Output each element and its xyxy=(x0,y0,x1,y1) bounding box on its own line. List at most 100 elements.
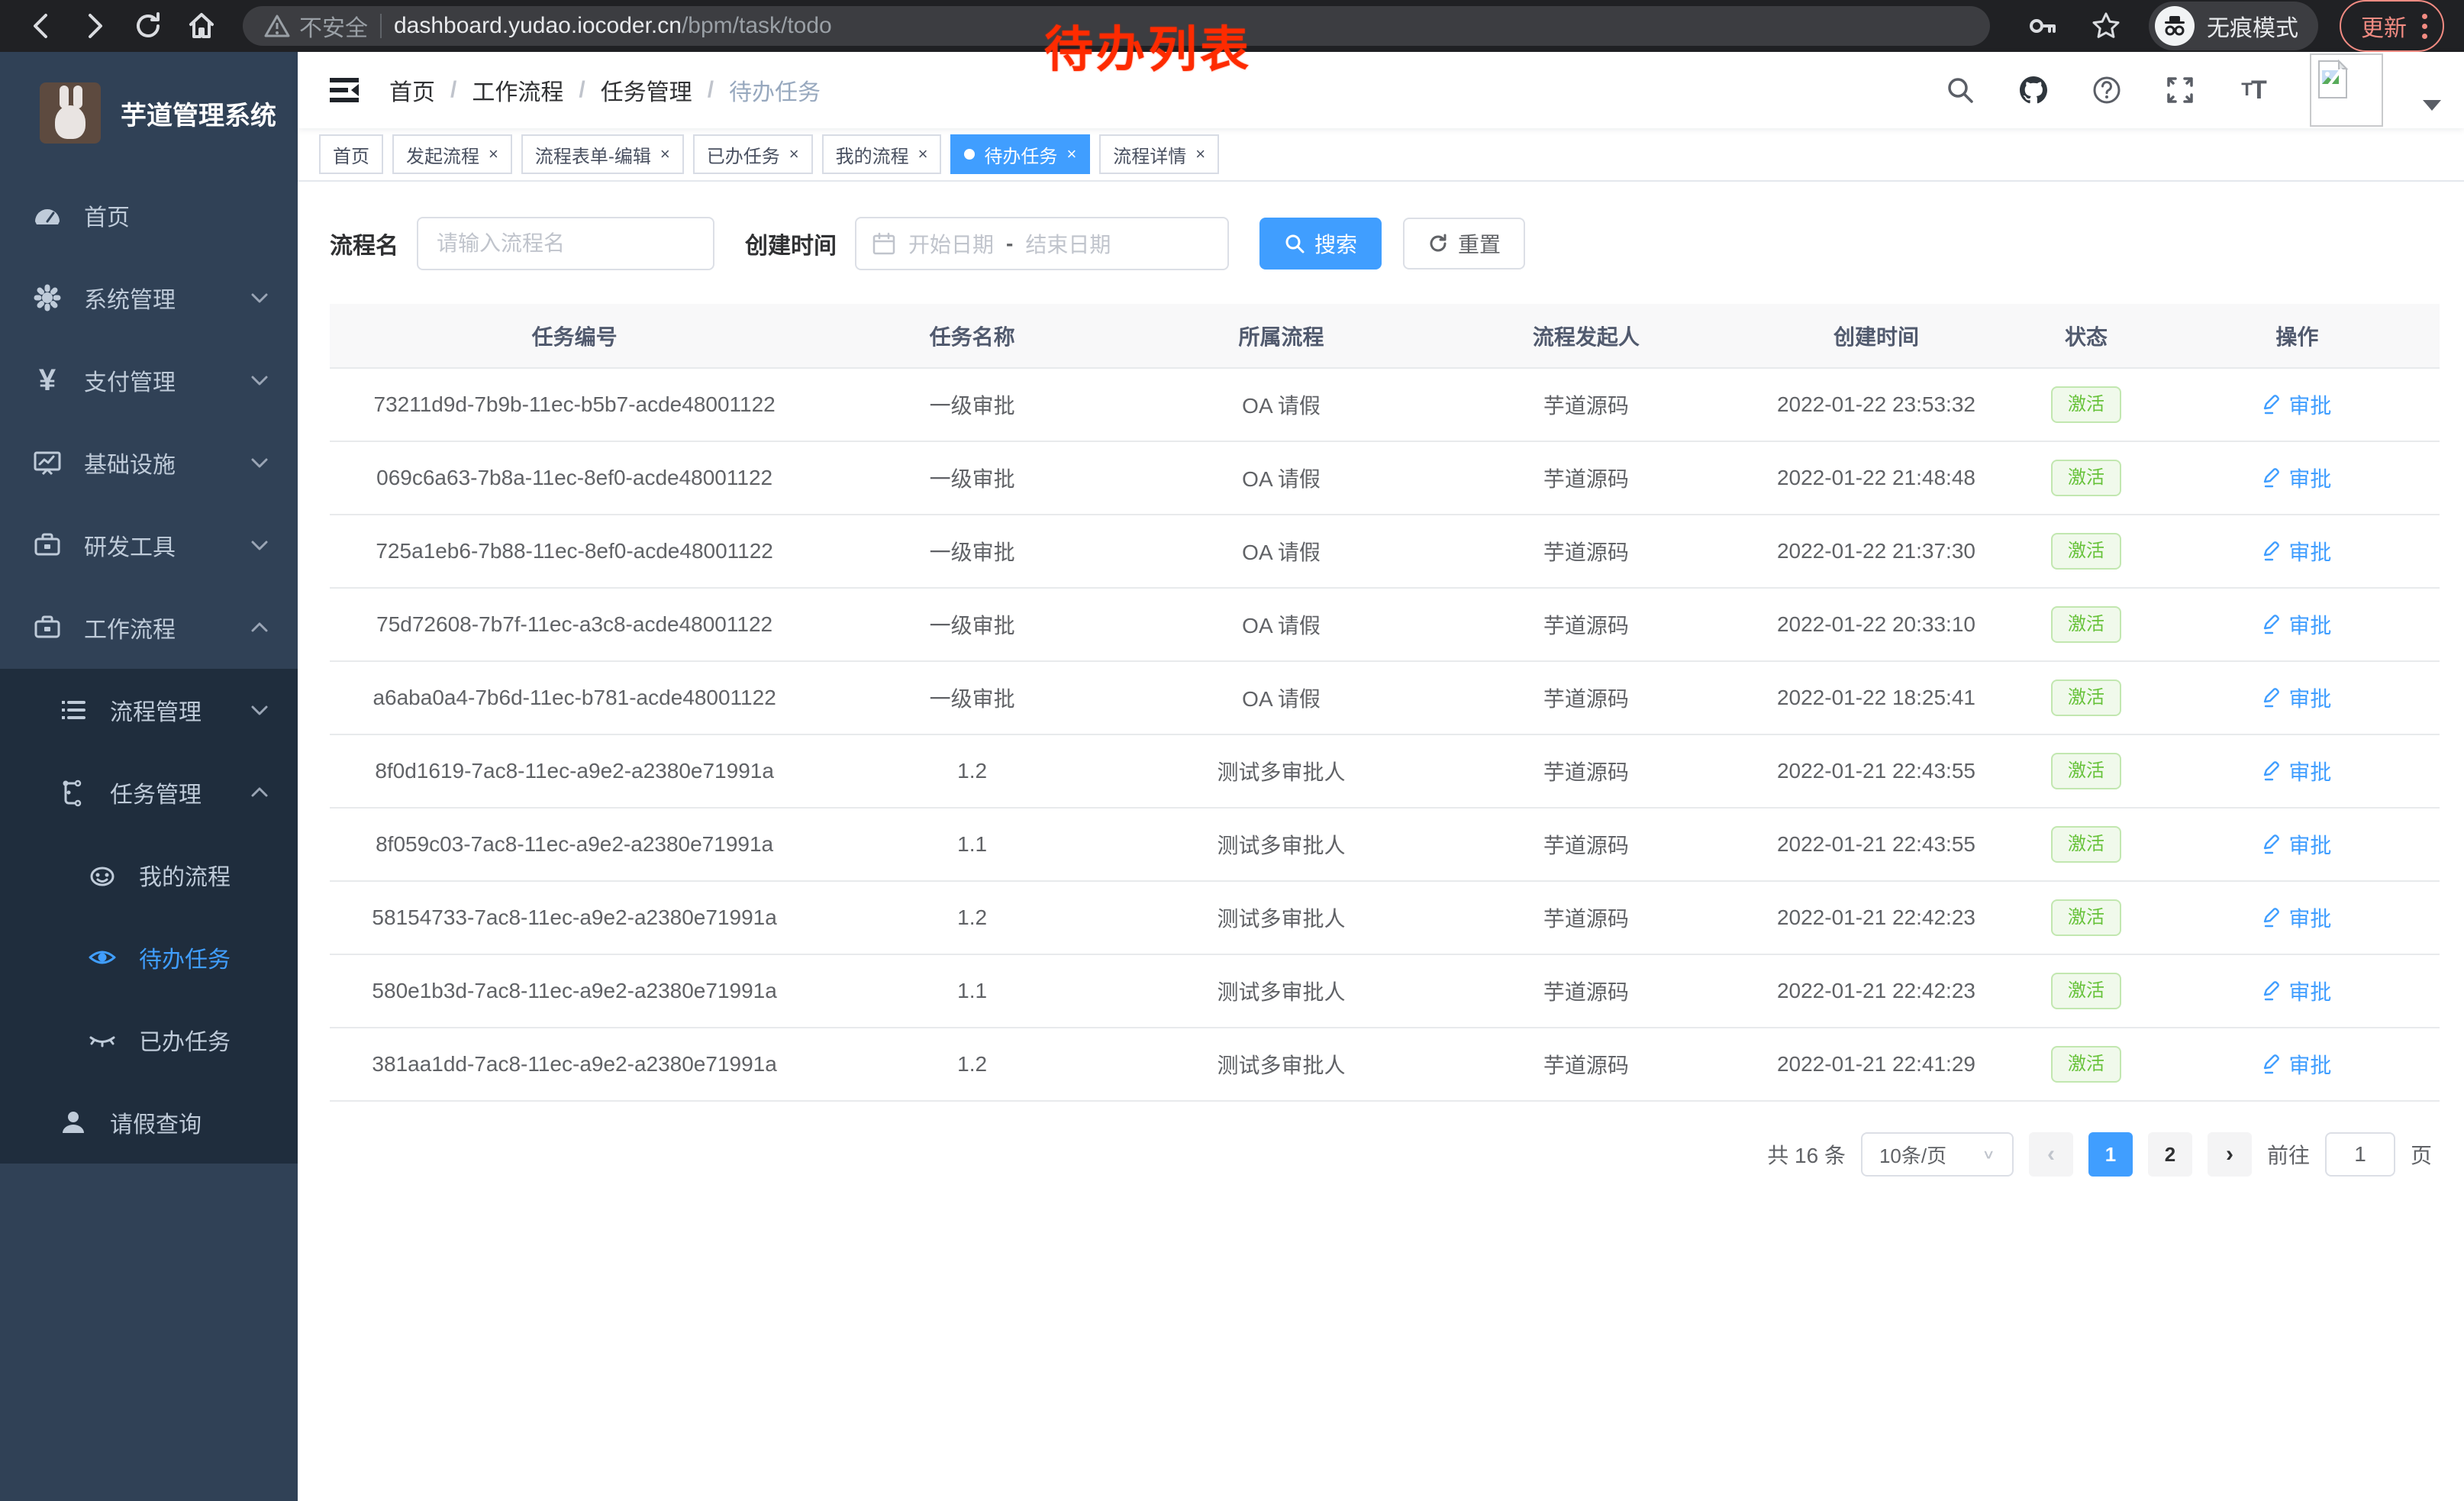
approve-button[interactable]: 审批 xyxy=(2262,902,2331,933)
page-button-2[interactable]: 2 xyxy=(2148,1132,2192,1177)
sidebar-item-infra[interactable]: 基础设施 xyxy=(0,421,298,504)
avatar-caret-icon[interactable] xyxy=(2423,100,2441,111)
status-badge: 激活 xyxy=(2051,826,2121,863)
yen-icon: ¥ xyxy=(32,365,63,395)
task-table-body: 73211d9d-7b9b-11ec-b5b7-acde48001122 一级审… xyxy=(330,368,2440,1101)
sidebar-item-payment[interactable]: ¥ 支付管理 xyxy=(0,339,298,421)
tab-close-icon[interactable]: × xyxy=(789,146,799,163)
search-icon[interactable] xyxy=(1943,73,1977,107)
tab-close-icon[interactable]: × xyxy=(1195,146,1205,163)
starter-cell: 芋道源码 xyxy=(1437,661,1735,734)
security-label: 不安全 xyxy=(299,9,368,43)
start-date-placeholder[interactable]: 开始日期 xyxy=(908,228,994,259)
table-row: a6aba0a4-7b6d-11ec-b781-acde48001122 一级审… xyxy=(330,661,2440,734)
approve-button[interactable]: 审批 xyxy=(2262,829,2331,860)
github-icon[interactable] xyxy=(2017,73,2050,107)
status-cell: 激活 xyxy=(2017,734,2155,808)
browser-forward-icon[interactable] xyxy=(73,5,116,47)
approve-button[interactable]: 审批 xyxy=(2262,389,2331,420)
col-action: 操作 xyxy=(2155,304,2440,368)
tab[interactable]: 我的流程 × xyxy=(822,134,942,174)
table-row: 8f0d1619-7ac8-11ec-a9e2-a2380e71991a 1.2… xyxy=(330,734,2440,808)
app-title: 芋道管理系统 xyxy=(121,95,276,132)
chevron-down-icon xyxy=(249,452,270,473)
approve-button[interactable]: 审批 xyxy=(2262,463,2331,493)
breadcrumb-workflow[interactable]: 工作流程 xyxy=(472,73,563,107)
tab-close-icon[interactable]: × xyxy=(918,146,928,163)
tab[interactable]: 首页 × xyxy=(319,134,383,174)
page-size-select[interactable]: 10条/页 ∨ xyxy=(1861,1132,2014,1177)
approve-button[interactable]: 审批 xyxy=(2262,976,2331,1006)
approve-button[interactable]: 审批 xyxy=(2262,683,2331,713)
bookmark-star-icon[interactable] xyxy=(2085,5,2127,47)
tab[interactable]: 待办任务 × xyxy=(950,134,1090,174)
task-name-cell: 一级审批 xyxy=(819,368,1125,441)
action-cell: 审批 xyxy=(2155,881,2440,954)
process-cell: 测试多审批人 xyxy=(1125,954,1437,1028)
approve-button[interactable]: 审批 xyxy=(2262,609,2331,640)
sidebar-item-todo-tasks[interactable]: 待办任务 xyxy=(0,916,298,999)
url-separator xyxy=(380,14,382,38)
security-status[interactable]: 不安全 xyxy=(264,9,368,43)
edit-pencil-icon xyxy=(2262,1054,2282,1074)
sidebar-item-devtools[interactable]: 研发工具 xyxy=(0,504,298,586)
breadcrumb-home[interactable]: 首页 xyxy=(389,73,435,107)
sidebar-item-process-mgmt[interactable]: 流程管理 xyxy=(0,669,298,751)
flow-icon xyxy=(58,777,89,808)
browser-menu-icon[interactable] xyxy=(2422,14,2427,39)
browser-home-icon[interactable] xyxy=(180,5,223,47)
tab[interactable]: 发起流程 × xyxy=(392,134,512,174)
sidebar-item-system[interactable]: 系统管理 xyxy=(0,257,298,339)
sidebar-item-workflow[interactable]: 工作流程 xyxy=(0,586,298,669)
breadcrumb-task-mgmt[interactable]: 任务管理 xyxy=(601,73,692,107)
process-name-input[interactable] xyxy=(417,217,714,270)
logo-image xyxy=(40,82,101,144)
next-page-button[interactable]: › xyxy=(2208,1132,2252,1177)
browser-reload-icon[interactable] xyxy=(127,5,169,47)
browser-back-icon[interactable] xyxy=(20,5,63,47)
tab[interactable]: 流程表单-编辑 × xyxy=(521,134,684,174)
starter-cell: 芋道源码 xyxy=(1437,1028,1735,1101)
status-badge: 激活 xyxy=(2051,899,2121,936)
prev-page-button[interactable]: ‹ xyxy=(2029,1132,2073,1177)
sidebar-item-task-mgmt[interactable]: 任务管理 xyxy=(0,751,298,834)
sidebar-collapse-icon[interactable] xyxy=(328,73,362,107)
font-size-icon[interactable]: TT xyxy=(2237,73,2270,107)
created-time-cell: 2022-01-21 22:43:55 xyxy=(1735,808,2017,881)
status-badge: 激活 xyxy=(2051,460,2121,496)
edit-pencil-icon xyxy=(2262,981,2282,1001)
status-cell: 激活 xyxy=(2017,368,2155,441)
tab-close-icon[interactable]: × xyxy=(660,146,670,163)
tab-close-icon[interactable]: × xyxy=(1066,146,1076,163)
fullscreen-icon[interactable] xyxy=(2163,73,2197,107)
tab[interactable]: 已办任务 × xyxy=(693,134,813,174)
browser-update-button[interactable]: 更新 xyxy=(2340,0,2444,52)
help-icon[interactable] xyxy=(2090,73,2124,107)
avatar[interactable] xyxy=(2310,53,2383,127)
search-button[interactable]: 搜索 xyxy=(1259,218,1382,270)
approve-button[interactable]: 审批 xyxy=(2262,1049,2331,1080)
edit-pencil-icon xyxy=(2262,468,2282,488)
reset-button[interactable]: 重置 xyxy=(1403,218,1525,270)
key-icon[interactable] xyxy=(2021,5,2063,47)
task-name-cell: 一级审批 xyxy=(819,515,1125,588)
sidebar-logo[interactable]: 芋道管理系统 xyxy=(0,52,298,174)
tab-close-icon[interactable]: × xyxy=(489,146,498,163)
edit-pencil-icon xyxy=(2262,761,2282,781)
task-id-cell: 8f0d1619-7ac8-11ec-a9e2-a2380e71991a xyxy=(330,734,819,808)
process-cell: 测试多审批人 xyxy=(1125,734,1437,808)
sidebar-item-leave-query[interactable]: 请假查询 xyxy=(0,1081,298,1164)
goto-page-input[interactable] xyxy=(2325,1132,2395,1177)
sidebar-item-home[interactable]: 首页 xyxy=(0,174,298,257)
gear-icon xyxy=(32,282,63,313)
end-date-placeholder[interactable]: 结束日期 xyxy=(1025,228,1111,259)
table-row: 725a1eb6-7b88-11ec-8ef0-acde48001122 一级审… xyxy=(330,515,2440,588)
process-cell: OA 请假 xyxy=(1125,441,1437,515)
approve-button[interactable]: 审批 xyxy=(2262,536,2331,567)
tab[interactable]: 流程详情 × xyxy=(1099,134,1219,174)
sidebar-item-my-process[interactable]: 我的流程 xyxy=(0,834,298,916)
sidebar-item-done-tasks[interactable]: 已办任务 xyxy=(0,999,298,1081)
approve-button[interactable]: 审批 xyxy=(2262,756,2331,786)
page-button-1[interactable]: 1 xyxy=(2088,1132,2133,1177)
date-range-picker[interactable]: 开始日期 - 结束日期 xyxy=(855,217,1229,270)
